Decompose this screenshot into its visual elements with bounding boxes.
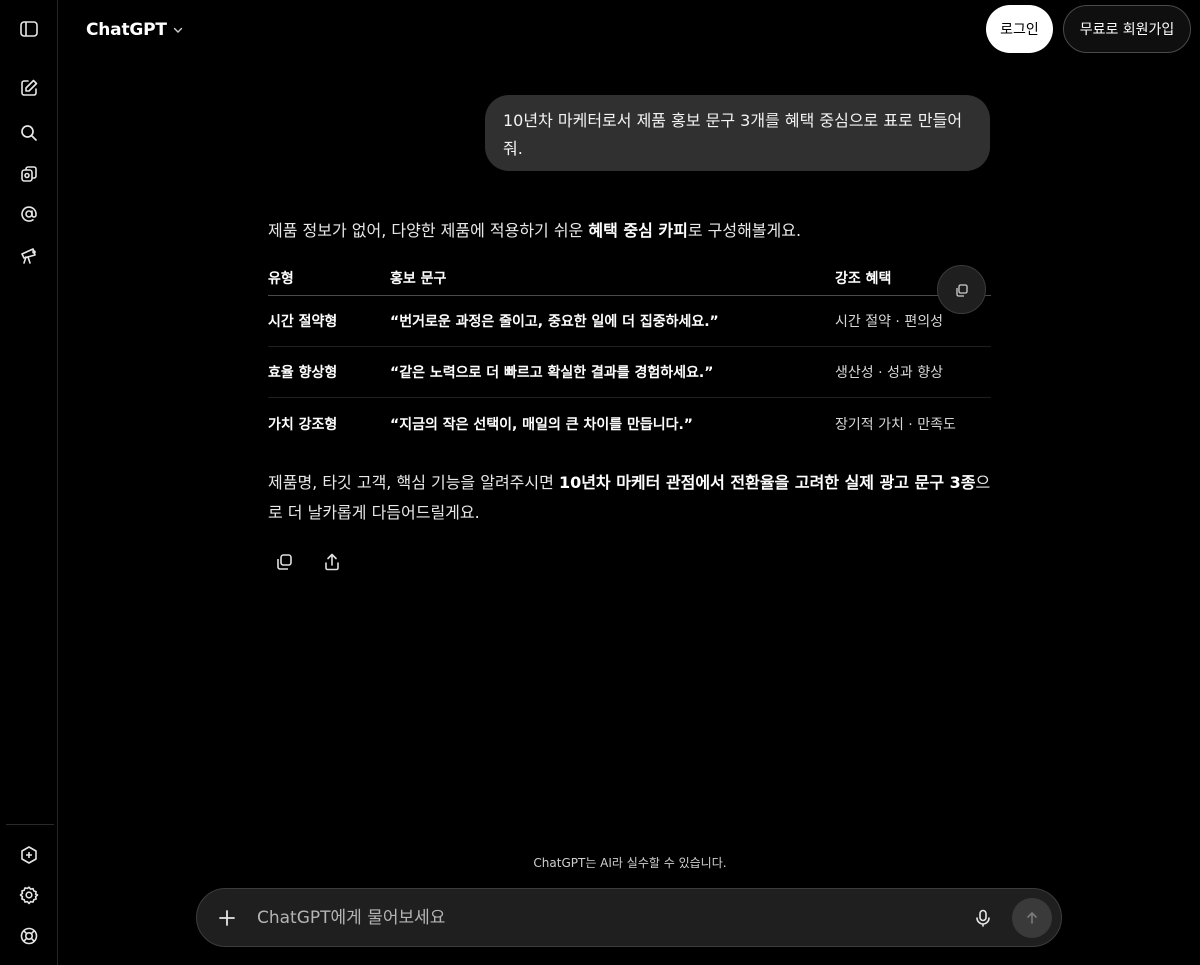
assistant-outro: 제품명, 타깃 고객, 핵심 기능을 알려주시면 10년차 마케터 관점에서 전…: [268, 468, 992, 528]
at-sign-icon[interactable]: [14, 199, 44, 229]
composer: [196, 888, 1062, 947]
table-row: 가치 강조형 “지금의 작은 선택이, 매일의 큰 차이를 만듭니다.” 장기적…: [268, 398, 991, 449]
assistant-intro: 제품 정보가 없어, 다양한 제품에 적용하기 쉬운 혜택 중심 카피로 구성해…: [268, 218, 801, 244]
header-type: 유형: [268, 271, 294, 287]
row-benefit: 생산성 · 성과 향상: [835, 365, 943, 381]
sidebar-divider: [6, 824, 54, 825]
help-icon[interactable]: [14, 921, 44, 951]
explore-icon[interactable]: [14, 240, 44, 270]
row-type: 효율 향상형: [268, 365, 338, 381]
disclaimer: ChatGPT는 AI라 실수할 수 있습니다.: [533, 856, 727, 870]
table-header: 유형 홍보 문구 강조 혜택: [268, 262, 991, 296]
chat-app: ChatGPT 로그인 무료로 회원가입 10년차 마케터로서 제품 홍보 문구…: [0, 0, 1200, 965]
table-row: 효율 향상형 “같은 노력으로 더 빠르고 확실한 결과를 경험하세요.” 생산…: [268, 347, 991, 398]
arrow-up-icon: [1027, 912, 1037, 924]
settings-icon[interactable]: [14, 880, 44, 910]
row-type: 시간 절약형: [268, 314, 338, 330]
model-switcher[interactable]: ChatGPT: [86, 18, 184, 42]
intro-text-end: 로 구성해볼게요.: [687, 221, 802, 240]
signup-button[interactable]: 무료로 회원가입: [1063, 5, 1191, 53]
row-copy: “번거로운 과정은 줄이고, 중요한 일에 더 집중하세요.”: [390, 314, 719, 330]
row-benefit: 시간 절약 · 편의성: [835, 314, 943, 330]
plus-icon[interactable]: [211, 902, 243, 934]
row-type: 가치 강조형: [268, 416, 338, 433]
table-copy-button[interactable]: [937, 265, 986, 314]
table-row: 시간 절약형 “번거로운 과정은 줄이고, 중요한 일에 더 집중하세요.” 시…: [268, 296, 991, 347]
row-benefit: 장기적 가치 · 만족도: [835, 416, 956, 433]
row-copy: “지금의 작은 선택이, 매일의 큰 차이를 만듭니다.”: [390, 416, 694, 433]
microphone-icon[interactable]: [967, 902, 999, 934]
copy-table: 유형 홍보 문구 강조 혜택 시간 절약형 “번거로운 과정은 줄이고, 중요한…: [268, 262, 991, 449]
send-button[interactable]: [1012, 898, 1052, 938]
row-copy: “같은 노력으로 더 빠르고 확실한 결과를 경험하세요.”: [390, 365, 714, 381]
message-input[interactable]: [257, 903, 957, 933]
header-copy: 홍보 문구: [390, 271, 447, 287]
model-name: ChatGPT: [86, 20, 167, 40]
share-icon[interactable]: [317, 548, 347, 576]
intro-text: 제품 정보가 없어, 다양한 제품에 적용하기 쉬운: [268, 221, 589, 240]
header-benefit: 강조 혜택: [835, 271, 892, 287]
library-icon[interactable]: [14, 159, 44, 189]
outro-text: 제품명, 타깃 고객, 핵심 기능을 알려주시면: [268, 473, 559, 492]
copy-response-icon[interactable]: [269, 548, 299, 576]
intro-bold-text: 혜택 중심 카피: [588, 221, 688, 240]
login-button[interactable]: 로그인: [986, 5, 1053, 53]
sidebar-toggle-icon[interactable]: [14, 14, 44, 44]
chevron-down-icon: [172, 21, 184, 40]
search-icon[interactable]: [14, 118, 44, 148]
outro-bold-text: 10년차 마케터 관점에서 전환율을 고려한 실제 광고 문구 3종: [558, 473, 976, 492]
new-chat-icon[interactable]: [14, 73, 44, 103]
sidebar: [0, 0, 58, 965]
user-message: 10년차 마케터로서 제품 홍보 문구 3개를 혜택 중심으로 표로 만들어 줘…: [485, 95, 990, 171]
